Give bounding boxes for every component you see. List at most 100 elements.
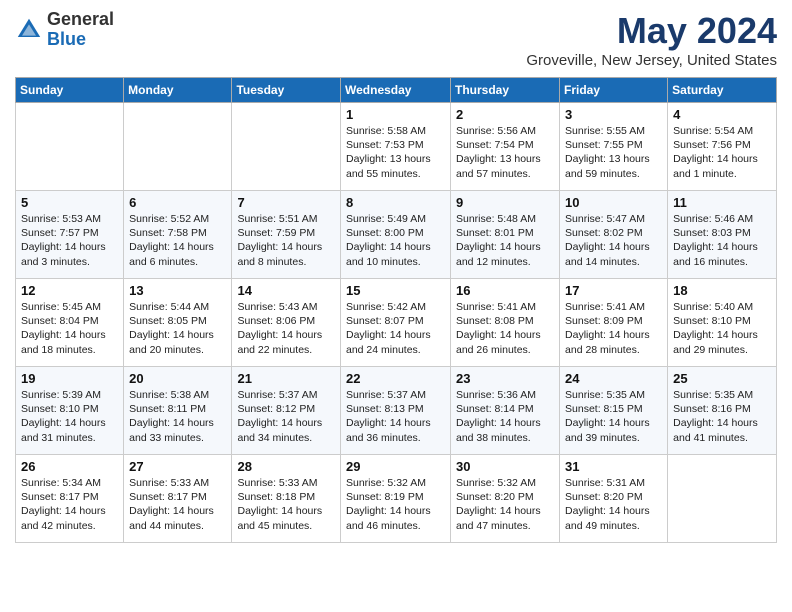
title-block: May 2024 Groveville, New Jersey, United … [526, 10, 777, 69]
day-info: Sunrise: 5:54 AM Sunset: 7:56 PM Dayligh… [673, 124, 771, 181]
day-cell: 23 Sunrise: 5:36 AM Sunset: 8:14 PM Dayli… [451, 367, 560, 455]
day-cell: 29Sunrise: 5:32 AM Sunset: 8:19 PM Dayli… [341, 455, 451, 543]
day-info: Sunrise: 5:31 AM Sunset: 8:20 PM Dayligh… [565, 476, 662, 533]
day-number: 31 [565, 459, 662, 474]
day-number: 13 [129, 283, 226, 298]
day-cell: 19Sunrise: 5:39 AM Sunset: 8:10 PM Dayli… [16, 367, 124, 455]
day-number: 5 [21, 195, 118, 210]
day-info: Sunrise: 5:56 AM Sunset: 7:54 PM Dayligh… [456, 124, 554, 181]
col-header-wednesday: Wednesday [341, 78, 451, 103]
day-cell: 28Sunrise: 5:33 AM Sunset: 8:18 PM Dayli… [232, 455, 341, 543]
day-cell: 10 Sunrise: 5:47 AM Sunset: 8:02 PM Dayli… [560, 191, 668, 279]
day-info: Sunrise: 5:51 AM Sunset: 7:59 PM Dayligh… [237, 212, 335, 269]
day-cell: 11 Sunrise: 5:46 AM Sunset: 8:03 PM Dayli… [668, 191, 777, 279]
day-cell: 12 Sunrise: 5:45 AM Sunset: 8:04 PM Dayli… [16, 279, 124, 367]
day-cell [16, 103, 124, 191]
day-number: 24 [565, 371, 662, 386]
day-info: Sunrise: 5:34 AM Sunset: 8:17 PM Dayligh… [21, 476, 118, 533]
day-cell: 18 Sunrise: 5:40 AM Sunset: 8:10 PM Dayli… [668, 279, 777, 367]
day-number: 16 [456, 283, 554, 298]
logo-blue: Blue [47, 29, 86, 49]
day-info: Sunrise: 5:47 AM Sunset: 8:02 PM Dayligh… [565, 212, 662, 269]
logo-icon [15, 16, 43, 44]
month-title: May 2024 [526, 10, 777, 52]
day-info: Sunrise: 5:44 AM Sunset: 8:05 PM Dayligh… [129, 300, 226, 357]
col-header-sunday: Sunday [16, 78, 124, 103]
day-info: Sunrise: 5:32 AM Sunset: 8:20 PM Dayligh… [456, 476, 554, 533]
day-info: Sunrise: 5:46 AM Sunset: 8:03 PM Dayligh… [673, 212, 771, 269]
logo: General Blue [15, 10, 114, 50]
day-info: Sunrise: 5:58 AM Sunset: 7:53 PM Dayligh… [346, 124, 445, 181]
col-header-friday: Friday [560, 78, 668, 103]
day-number: 12 [21, 283, 118, 298]
day-number: 2 [456, 107, 554, 122]
day-number: 6 [129, 195, 226, 210]
day-number: 10 [565, 195, 662, 210]
day-number: 27 [129, 459, 226, 474]
day-number: 23 [456, 371, 554, 386]
day-cell: 3 Sunrise: 5:55 AM Sunset: 7:55 PM Daylig… [560, 103, 668, 191]
day-number: 18 [673, 283, 771, 298]
day-info: Sunrise: 5:41 AM Sunset: 8:08 PM Dayligh… [456, 300, 554, 357]
header-row: SundayMondayTuesdayWednesdayThursdayFrid… [16, 78, 777, 103]
day-number: 8 [346, 195, 445, 210]
day-cell: 17 Sunrise: 5:41 AM Sunset: 8:09 PM Dayli… [560, 279, 668, 367]
day-cell: 8 Sunrise: 5:49 AM Sunset: 8:00 PM Daylig… [341, 191, 451, 279]
day-info: Sunrise: 5:43 AM Sunset: 8:06 PM Dayligh… [237, 300, 335, 357]
logo-text: General Blue [47, 10, 114, 50]
day-info: Sunrise: 5:41 AM Sunset: 8:09 PM Dayligh… [565, 300, 662, 357]
day-number: 20 [129, 371, 226, 386]
day-cell: 20 Sunrise: 5:38 AM Sunset: 8:11 PM Dayli… [124, 367, 232, 455]
day-cell: 15 Sunrise: 5:42 AM Sunset: 8:07 PM Dayli… [341, 279, 451, 367]
day-info: Sunrise: 5:33 AM Sunset: 8:17 PM Dayligh… [129, 476, 226, 533]
col-header-saturday: Saturday [668, 78, 777, 103]
day-cell: 4 Sunrise: 5:54 AM Sunset: 7:56 PM Daylig… [668, 103, 777, 191]
day-cell [232, 103, 341, 191]
day-number: 11 [673, 195, 771, 210]
day-cell: 14 Sunrise: 5:43 AM Sunset: 8:06 PM Dayli… [232, 279, 341, 367]
day-number: 29 [346, 459, 445, 474]
day-info: Sunrise: 5:48 AM Sunset: 8:01 PM Dayligh… [456, 212, 554, 269]
day-info: Sunrise: 5:52 AM Sunset: 7:58 PM Dayligh… [129, 212, 226, 269]
day-info: Sunrise: 5:45 AM Sunset: 8:04 PM Dayligh… [21, 300, 118, 357]
day-number: 3 [565, 107, 662, 122]
day-cell: 9 Sunrise: 5:48 AM Sunset: 8:01 PM Daylig… [451, 191, 560, 279]
day-info: Sunrise: 5:36 AM Sunset: 8:14 PM Dayligh… [456, 388, 554, 445]
day-info: Sunrise: 5:37 AM Sunset: 8:13 PM Dayligh… [346, 388, 445, 445]
day-info: Sunrise: 5:35 AM Sunset: 8:16 PM Dayligh… [673, 388, 771, 445]
calendar-table: SundayMondayTuesdayWednesdayThursdayFrid… [15, 77, 777, 543]
day-number: 28 [237, 459, 335, 474]
day-number: 14 [237, 283, 335, 298]
week-row-4: 19Sunrise: 5:39 AM Sunset: 8:10 PM Dayli… [16, 367, 777, 455]
day-info: Sunrise: 5:37 AM Sunset: 8:12 PM Dayligh… [237, 388, 335, 445]
location: Groveville, New Jersey, United States [526, 52, 777, 69]
day-number: 30 [456, 459, 554, 474]
day-cell: 6 Sunrise: 5:52 AM Sunset: 7:58 PM Daylig… [124, 191, 232, 279]
week-row-2: 5 Sunrise: 5:53 AM Sunset: 7:57 PM Daylig… [16, 191, 777, 279]
day-cell: 21 Sunrise: 5:37 AM Sunset: 8:12 PM Dayli… [232, 367, 341, 455]
day-cell: 24Sunrise: 5:35 AM Sunset: 8:15 PM Dayli… [560, 367, 668, 455]
day-number: 17 [565, 283, 662, 298]
page-header: General Blue May 2024 Groveville, New Je… [15, 10, 777, 69]
week-row-3: 12 Sunrise: 5:45 AM Sunset: 8:04 PM Dayli… [16, 279, 777, 367]
day-number: 7 [237, 195, 335, 210]
day-info: Sunrise: 5:42 AM Sunset: 8:07 PM Dayligh… [346, 300, 445, 357]
day-number: 25 [673, 371, 771, 386]
day-number: 22 [346, 371, 445, 386]
day-number: 26 [21, 459, 118, 474]
day-info: Sunrise: 5:40 AM Sunset: 8:10 PM Dayligh… [673, 300, 771, 357]
day-number: 4 [673, 107, 771, 122]
day-info: Sunrise: 5:53 AM Sunset: 7:57 PM Dayligh… [21, 212, 118, 269]
day-number: 15 [346, 283, 445, 298]
day-number: 9 [456, 195, 554, 210]
week-row-5: 26 Sunrise: 5:34 AM Sunset: 8:17 PM Dayli… [16, 455, 777, 543]
day-number: 21 [237, 371, 335, 386]
col-header-tuesday: Tuesday [232, 78, 341, 103]
day-cell: 13 Sunrise: 5:44 AM Sunset: 8:05 PM Dayli… [124, 279, 232, 367]
day-cell: 26 Sunrise: 5:34 AM Sunset: 8:17 PM Dayli… [16, 455, 124, 543]
day-info: Sunrise: 5:38 AM Sunset: 8:11 PM Dayligh… [129, 388, 226, 445]
day-info: Sunrise: 5:49 AM Sunset: 8:00 PM Dayligh… [346, 212, 445, 269]
day-cell: 1Sunrise: 5:58 AM Sunset: 7:53 PM Daylig… [341, 103, 451, 191]
day-info: Sunrise: 5:55 AM Sunset: 7:55 PM Dayligh… [565, 124, 662, 181]
day-cell: 5 Sunrise: 5:53 AM Sunset: 7:57 PM Daylig… [16, 191, 124, 279]
